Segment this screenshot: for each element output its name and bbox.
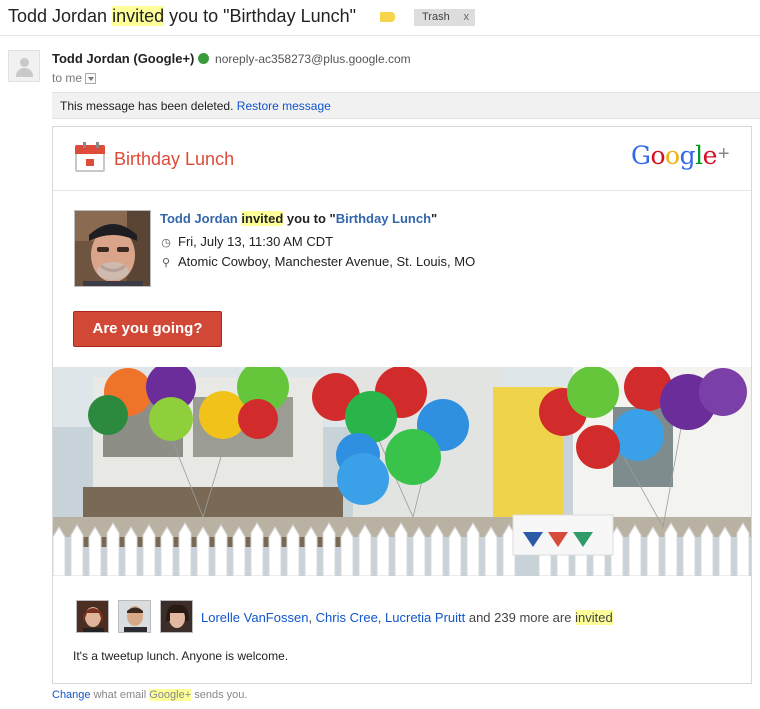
calendar-icon <box>75 142 105 172</box>
sender-email: noreply-ac358273@plus.google.com <box>215 52 411 66</box>
footer-text-b: sends you. <box>191 689 248 701</box>
trash-label-chip[interactable]: Trash x <box>414 9 475 26</box>
sender-name[interactable]: Todd Jordan (Google+) <box>52 51 194 66</box>
label-tag-icon[interactable] <box>380 12 395 22</box>
details-dropdown-icon[interactable] <box>85 73 97 84</box>
event-name-link[interactable]: Birthday Lunch <box>336 211 431 226</box>
subject-title: Todd Jordan invited you to "Birthday Lun… <box>8 6 356 27</box>
guest-name-link[interactable]: Lucretia Pruitt <box>385 610 465 625</box>
avatar-head-icon <box>20 58 29 67</box>
subject-suffix: you to "Birthday Lunch" <box>164 6 357 26</box>
event-location-text: Atomic Cowboy, Manchester Avenue, St. Lo… <box>178 254 476 269</box>
card-header: Birthday Lunch Google+ <box>53 127 751 191</box>
event-description: It's a tweetup lunch. Anyone is welcome. <box>73 649 289 663</box>
guest-avatar[interactable] <box>118 600 151 633</box>
clock-icon: ◷ <box>161 237 171 249</box>
host-name-link[interactable]: Todd Jordan <box>160 211 238 226</box>
are-you-going-button[interactable]: Are you going? <box>73 311 222 347</box>
google-plus-logo: Google+ <box>631 141 730 170</box>
trash-label-text: Trash <box>422 11 450 23</box>
footer-text-a: what email <box>90 689 150 701</box>
guest-separator: , <box>308 610 316 625</box>
balloons-banner-image <box>53 367 751 576</box>
subject-bar: Todd Jordan invited you to "Birthday Lun… <box>0 0 760 36</box>
guest-name-link[interactable]: Lorelle VanFossen <box>201 610 308 625</box>
event-time: ◷ Fri, July 13, 11:30 AM CDT <box>160 234 333 249</box>
footer-notice: Change what email Google+ sends you. <box>52 689 247 701</box>
guest-list: Lorelle VanFossen, Chris Cree, Lucretia … <box>76 600 736 634</box>
restore-message-link[interactable]: Restore message <box>237 99 331 113</box>
invite-end: " <box>431 211 438 226</box>
recipient-line: to me <box>52 71 97 85</box>
guest-separator: , <box>377 610 386 625</box>
guest-invited-highlight: invited <box>575 610 613 625</box>
guest-avatar[interactable] <box>76 600 109 633</box>
map-pin-icon: ⚲ <box>161 257 171 269</box>
guest-name-link[interactable]: Chris Cree <box>316 610 378 625</box>
host-photo[interactable] <box>74 210 151 287</box>
change-settings-link[interactable]: Change <box>52 689 91 701</box>
invite-highlight: invited <box>241 211 284 226</box>
subject-highlight: invited <box>112 6 165 26</box>
event-location: ⚲ Atomic Cowboy, Manchester Avenue, St. L… <box>160 254 475 269</box>
invite-line: Todd Jordan invited you to "Birthday Lun… <box>160 211 437 226</box>
guest-text: Lorelle VanFossen, Chris Cree, Lucretia … <box>201 610 613 625</box>
event-time-text: Fri, July 13, 11:30 AM CDT <box>178 234 334 249</box>
recipient-text: to me <box>52 71 83 85</box>
avatar-body-icon <box>16 68 33 77</box>
guest-more-text: and 239 more are <box>465 610 576 625</box>
subject-prefix: Todd Jordan <box>8 6 113 26</box>
gplus-verified-icon <box>198 53 210 64</box>
footer-highlight: Google+ <box>149 689 192 701</box>
sender-avatar <box>8 50 40 82</box>
event-card: Birthday Lunch Google+ Todd Jordan invit… <box>52 126 752 684</box>
remove-label-button[interactable]: x <box>464 9 470 26</box>
sender-line: Todd Jordan (Google+) noreply-ac358273@p… <box>52 51 411 66</box>
invite-mid: you to " <box>283 211 336 226</box>
guest-avatar[interactable] <box>160 600 193 633</box>
deleted-notice: This message has been deleted. Restore m… <box>52 92 760 119</box>
event-title[interactable]: Birthday Lunch <box>114 149 234 170</box>
deleted-notice-text: This message has been deleted. <box>60 99 237 113</box>
